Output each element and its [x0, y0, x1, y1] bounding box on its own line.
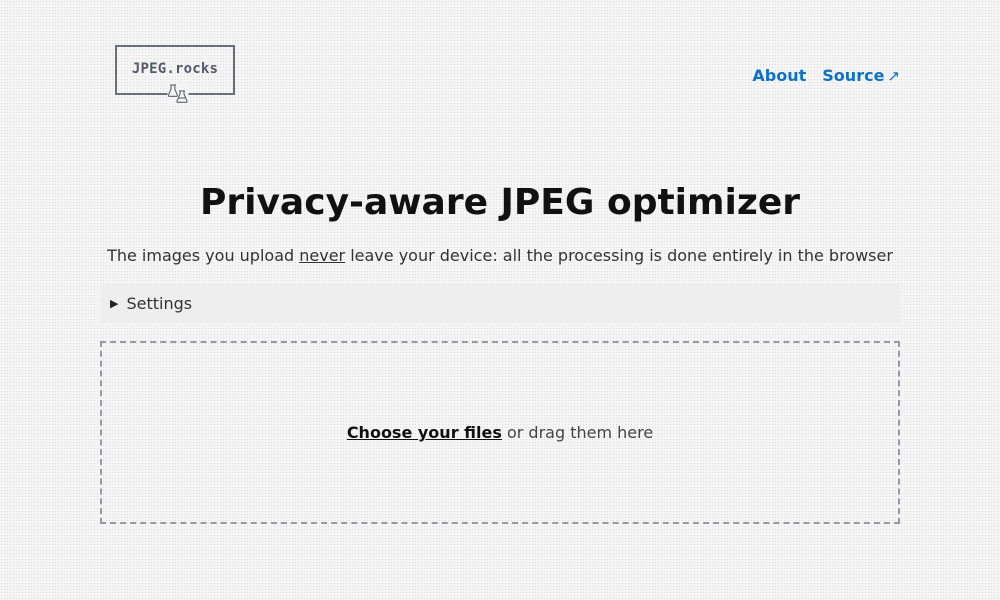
privacy-notice-end: leave your device: all the processing is… [345, 246, 893, 265]
external-link-icon: ↗ [887, 67, 900, 85]
about-link[interactable]: About [752, 66, 806, 85]
settings-disclosure[interactable]: ▶ Settings [100, 283, 900, 323]
privacy-notice: The images you upload never leave your d… [0, 246, 1000, 265]
choose-files-button[interactable]: Choose your files [347, 423, 502, 442]
settings-label: Settings [126, 293, 193, 313]
privacy-notice-start: The images you upload [107, 246, 300, 265]
privacy-notice-emphasis: never [299, 246, 346, 265]
file-dropzone[interactable]: Choose your files or drag them here [100, 341, 900, 524]
site-logo[interactable]: JPEG.rocks [115, 45, 235, 105]
page-title: Privacy-aware JPEG optimizer [199, 182, 800, 223]
source-link[interactable]: Source ↗ [822, 66, 900, 85]
disclosure-triangle-icon: ▶ [110, 296, 119, 310]
top-nav: About Source ↗ [752, 66, 900, 85]
logo-text: JPEG.rocks [131, 61, 219, 77]
lab-flask-icon [167, 83, 189, 105]
drag-hint: or drag them here [501, 423, 654, 442]
source-link-label: Source [822, 66, 885, 85]
